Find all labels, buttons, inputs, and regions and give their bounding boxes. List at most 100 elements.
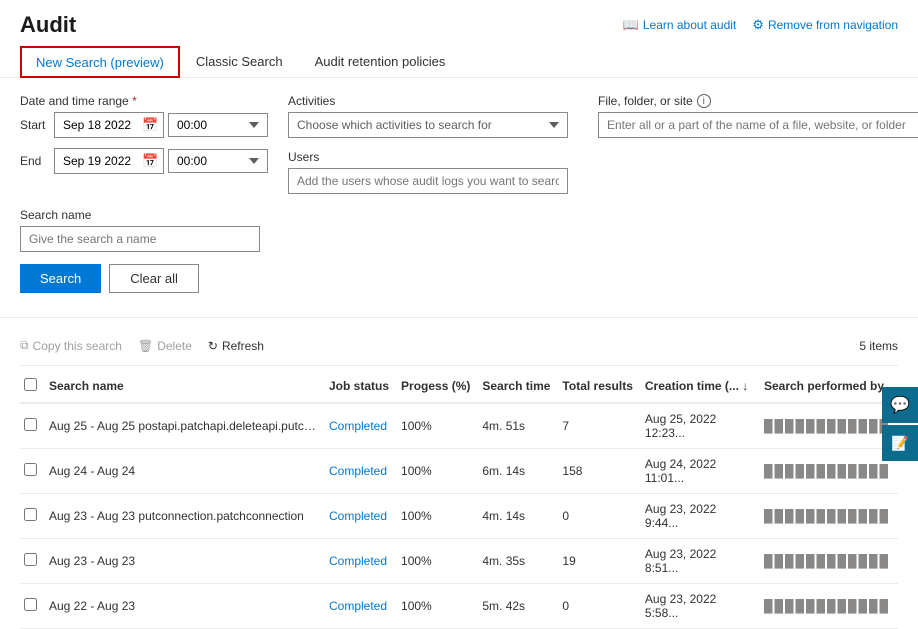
row-checkbox-cell[interactable] [20,584,45,629]
start-calendar-icon[interactable]: 📅 [142,117,158,133]
col-search-name: Search name [45,370,325,403]
end-date-input[interactable]: 📅 [54,148,164,174]
row-checkbox-1[interactable] [24,463,37,476]
row-total-results: 19 [558,539,640,584]
remove-from-navigation-link[interactable]: ⚙ Remove from navigation [752,17,898,33]
pin-icon: ⚙ [752,17,764,33]
results-table: Search name Job status Progess (%) Searc… [20,370,898,629]
table-row: Aug 22 - Aug 23 Completed 100% 5m. 42s 0… [20,584,898,629]
delete-button[interactable]: 🗑 Delete [138,335,192,357]
row-performed-by: ████████████ [760,403,898,449]
start-date-input[interactable]: 📅 [54,112,164,138]
file-info-icon[interactable]: i [697,94,711,108]
end-time-select[interactable]: 00:00 [168,149,268,173]
row-search-time: 6m. 14s [478,449,558,494]
search-button[interactable]: Search [20,264,101,293]
row-progress: 100% [397,449,478,494]
row-search-time: 5m. 42s [478,584,558,629]
results-table-wrap: Search name Job status Progess (%) Searc… [20,370,898,629]
clear-all-button[interactable]: Clear all [109,264,199,293]
file-input[interactable] [598,112,918,138]
table-row: Aug 23 - Aug 23 Completed 100% 4m. 35s 1… [20,539,898,584]
copy-search-button[interactable]: ⧉ Copy this search [20,334,122,357]
file-label: File, folder, or site [598,94,693,108]
row-status[interactable]: Completed [325,539,397,584]
tab-new-search[interactable]: New Search (preview) [20,46,180,78]
date-time-group: Date and time range Start 📅 00:00 End 📅 [20,94,268,180]
row-creation-time: Aug 23, 2022 5:58... [641,584,760,629]
row-total-results: 0 [558,494,640,539]
row-performed-by: ████████████ [760,584,898,629]
col-job-status: Job status [325,370,397,403]
row-checkbox-cell[interactable] [20,403,45,449]
row-status[interactable]: Completed [325,449,397,494]
select-all-checkbox[interactable] [24,378,37,391]
side-buttons: 💬 📝 [882,387,918,461]
book-icon: 📖 [623,17,639,33]
col-creation-time[interactable]: Creation time (... ↓ [641,370,760,403]
chat-button[interactable]: 💬 [882,387,918,423]
activities-select[interactable]: Choose which activities to search for [288,112,568,138]
row-status[interactable]: Completed [325,584,397,629]
users-input[interactable] [288,168,568,194]
table-row: Aug 23 - Aug 23 putconnection.patchconne… [20,494,898,539]
row-checkbox-cell[interactable] [20,494,45,539]
row-total-results: 158 [558,449,640,494]
table-row: Aug 24 - Aug 24 Completed 100% 6m. 14s 1… [20,449,898,494]
start-label: Start [20,118,50,132]
table-header-row: Search name Job status Progess (%) Searc… [20,370,898,403]
form-main-row: Date and time range Start 📅 00:00 End 📅 [20,94,898,194]
row-search-name: Aug 23 - Aug 23 putconnection.patchconne… [45,494,325,539]
tab-classic-search[interactable]: Classic Search [180,46,299,77]
table-body: Aug 25 - Aug 25 postapi.patchapi.deletea… [20,403,898,629]
row-status[interactable]: Completed [325,403,397,449]
search-name-input[interactable] [20,226,260,252]
row-search-time: 4m. 51s [478,403,558,449]
row-progress: 100% [397,403,478,449]
start-date-field[interactable] [63,118,138,132]
col-search-time: Search time [478,370,558,403]
row-creation-time: Aug 25, 2022 12:23... [641,403,760,449]
row-total-results: 0 [558,584,640,629]
copy-icon: ⧉ [20,338,29,353]
row-search-name: Aug 22 - Aug 23 [45,584,325,629]
row-creation-time: Aug 23, 2022 8:51... [641,539,760,584]
form-buttons: Search Clear all [20,264,898,293]
end-date-field[interactable] [63,154,138,168]
feedback-icon: 📝 [891,435,908,452]
delete-icon: 🗑 [138,339,153,353]
row-search-time: 4m. 14s [478,494,558,539]
date-range-label: Date and time range [20,94,268,108]
row-search-name: Aug 23 - Aug 23 [45,539,325,584]
row-checkbox-2[interactable] [24,508,37,521]
row-search-name: Aug 25 - Aug 25 postapi.patchapi.deletea… [45,403,325,449]
start-time-select[interactable]: 00:00 [168,113,268,137]
tab-retention-policies[interactable]: Audit retention policies [299,46,462,77]
learn-about-audit-link[interactable]: 📖 Learn about audit [623,17,737,33]
end-calendar-icon[interactable]: 📅 [142,153,158,169]
results-section: ⧉ Copy this search 🗑 Delete ↻ Refresh 5 … [0,326,918,629]
refresh-button[interactable]: ↻ Refresh [208,335,264,357]
col-search-performed-by: Search performed by [760,370,898,403]
row-creation-time: Aug 23, 2022 9:44... [641,494,760,539]
row-checkbox-cell[interactable] [20,539,45,584]
row-performed-by: ████████████ [760,494,898,539]
top-links-container: 📖 Learn about audit ⚙ Remove from naviga… [623,17,898,33]
row-checkbox-3[interactable] [24,553,37,566]
row-progress: 100% [397,494,478,539]
end-label: End [20,154,50,168]
row-search-time: 4m. 35s [478,539,558,584]
col-checkbox [20,370,45,403]
row-status[interactable]: Completed [325,494,397,539]
results-toolbar: ⧉ Copy this search 🗑 Delete ↻ Refresh 5 … [20,326,898,366]
feedback-button[interactable]: 📝 [882,425,918,461]
tabs-container: New Search (preview) Classic Search Audi… [0,46,918,78]
row-checkbox-cell[interactable] [20,449,45,494]
activities-users-group: Activities Choose which activities to se… [288,94,578,194]
items-count: 5 items [859,339,898,353]
row-checkbox-0[interactable] [24,418,37,431]
row-checkbox-4[interactable] [24,598,37,611]
page-title: Audit [20,12,76,38]
start-row: Start 📅 00:00 [20,112,268,138]
file-folder-group: File, folder, or site i [598,94,918,138]
